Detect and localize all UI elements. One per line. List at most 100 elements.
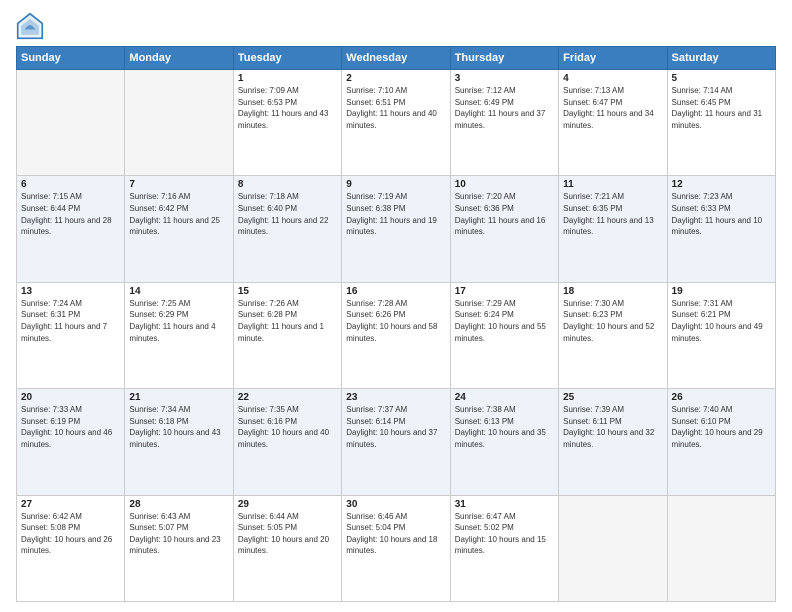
day-info: Sunrise: 7:28 AM Sunset: 6:26 PM Dayligh… bbox=[346, 298, 445, 344]
calendar-cell bbox=[559, 495, 667, 601]
day-info: Sunrise: 7:31 AM Sunset: 6:21 PM Dayligh… bbox=[672, 298, 771, 344]
day-number: 20 bbox=[21, 392, 120, 403]
day-info: Sunrise: 6:43 AM Sunset: 5:07 PM Dayligh… bbox=[129, 511, 228, 557]
calendar-cell: 23Sunrise: 7:37 AM Sunset: 6:14 PM Dayli… bbox=[342, 389, 450, 495]
day-number: 1 bbox=[238, 73, 337, 84]
day-number: 9 bbox=[346, 179, 445, 190]
calendar-cell: 28Sunrise: 6:43 AM Sunset: 5:07 PM Dayli… bbox=[125, 495, 233, 601]
calendar-cell bbox=[667, 495, 775, 601]
calendar-cell bbox=[17, 70, 125, 176]
day-number: 12 bbox=[672, 179, 771, 190]
day-number: 18 bbox=[563, 286, 662, 297]
calendar-cell: 14Sunrise: 7:25 AM Sunset: 6:29 PM Dayli… bbox=[125, 282, 233, 388]
day-info: Sunrise: 7:26 AM Sunset: 6:28 PM Dayligh… bbox=[238, 298, 337, 344]
day-number: 19 bbox=[672, 286, 771, 297]
calendar-cell: 30Sunrise: 6:46 AM Sunset: 5:04 PM Dayli… bbox=[342, 495, 450, 601]
day-info: Sunrise: 7:18 AM Sunset: 6:40 PM Dayligh… bbox=[238, 191, 337, 237]
day-number: 15 bbox=[238, 286, 337, 297]
day-number: 10 bbox=[455, 179, 554, 190]
day-number: 5 bbox=[672, 73, 771, 84]
day-info: Sunrise: 6:46 AM Sunset: 5:04 PM Dayligh… bbox=[346, 511, 445, 557]
day-info: Sunrise: 7:16 AM Sunset: 6:42 PM Dayligh… bbox=[129, 191, 228, 237]
calendar-cell bbox=[125, 70, 233, 176]
calendar-cell: 8Sunrise: 7:18 AM Sunset: 6:40 PM Daylig… bbox=[233, 176, 341, 282]
weekday-header-sunday: Sunday bbox=[17, 47, 125, 70]
day-info: Sunrise: 6:42 AM Sunset: 5:08 PM Dayligh… bbox=[21, 511, 120, 557]
day-number: 8 bbox=[238, 179, 337, 190]
day-number: 27 bbox=[21, 499, 120, 510]
calendar-cell: 1Sunrise: 7:09 AM Sunset: 6:53 PM Daylig… bbox=[233, 70, 341, 176]
calendar-cell: 5Sunrise: 7:14 AM Sunset: 6:45 PM Daylig… bbox=[667, 70, 775, 176]
calendar-cell: 25Sunrise: 7:39 AM Sunset: 6:11 PM Dayli… bbox=[559, 389, 667, 495]
day-info: Sunrise: 7:37 AM Sunset: 6:14 PM Dayligh… bbox=[346, 404, 445, 450]
week-row-5: 27Sunrise: 6:42 AM Sunset: 5:08 PM Dayli… bbox=[17, 495, 776, 601]
calendar-cell: 9Sunrise: 7:19 AM Sunset: 6:38 PM Daylig… bbox=[342, 176, 450, 282]
calendar-cell: 10Sunrise: 7:20 AM Sunset: 6:36 PM Dayli… bbox=[450, 176, 558, 282]
day-info: Sunrise: 7:35 AM Sunset: 6:16 PM Dayligh… bbox=[238, 404, 337, 450]
calendar-cell: 31Sunrise: 6:47 AM Sunset: 5:02 PM Dayli… bbox=[450, 495, 558, 601]
calendar-cell: 29Sunrise: 6:44 AM Sunset: 5:05 PM Dayli… bbox=[233, 495, 341, 601]
calendar-cell: 24Sunrise: 7:38 AM Sunset: 6:13 PM Dayli… bbox=[450, 389, 558, 495]
week-row-1: 1Sunrise: 7:09 AM Sunset: 6:53 PM Daylig… bbox=[17, 70, 776, 176]
day-info: Sunrise: 6:44 AM Sunset: 5:05 PM Dayligh… bbox=[238, 511, 337, 557]
weekday-header-monday: Monday bbox=[125, 47, 233, 70]
day-number: 25 bbox=[563, 392, 662, 403]
day-number: 7 bbox=[129, 179, 228, 190]
day-info: Sunrise: 7:12 AM Sunset: 6:49 PM Dayligh… bbox=[455, 85, 554, 131]
calendar-cell: 18Sunrise: 7:30 AM Sunset: 6:23 PM Dayli… bbox=[559, 282, 667, 388]
day-info: Sunrise: 7:33 AM Sunset: 6:19 PM Dayligh… bbox=[21, 404, 120, 450]
day-number: 14 bbox=[129, 286, 228, 297]
weekday-header-tuesday: Tuesday bbox=[233, 47, 341, 70]
calendar-cell: 6Sunrise: 7:15 AM Sunset: 6:44 PM Daylig… bbox=[17, 176, 125, 282]
calendar-cell: 19Sunrise: 7:31 AM Sunset: 6:21 PM Dayli… bbox=[667, 282, 775, 388]
calendar-cell: 7Sunrise: 7:16 AM Sunset: 6:42 PM Daylig… bbox=[125, 176, 233, 282]
day-info: Sunrise: 7:25 AM Sunset: 6:29 PM Dayligh… bbox=[129, 298, 228, 344]
header bbox=[16, 12, 776, 40]
day-number: 31 bbox=[455, 499, 554, 510]
day-number: 13 bbox=[21, 286, 120, 297]
calendar-cell: 15Sunrise: 7:26 AM Sunset: 6:28 PM Dayli… bbox=[233, 282, 341, 388]
calendar-cell: 11Sunrise: 7:21 AM Sunset: 6:35 PM Dayli… bbox=[559, 176, 667, 282]
calendar-cell: 3Sunrise: 7:12 AM Sunset: 6:49 PM Daylig… bbox=[450, 70, 558, 176]
calendar-cell: 21Sunrise: 7:34 AM Sunset: 6:18 PM Dayli… bbox=[125, 389, 233, 495]
calendar-cell: 20Sunrise: 7:33 AM Sunset: 6:19 PM Dayli… bbox=[17, 389, 125, 495]
day-info: Sunrise: 7:39 AM Sunset: 6:11 PM Dayligh… bbox=[563, 404, 662, 450]
day-info: Sunrise: 7:15 AM Sunset: 6:44 PM Dayligh… bbox=[21, 191, 120, 237]
day-info: Sunrise: 7:40 AM Sunset: 6:10 PM Dayligh… bbox=[672, 404, 771, 450]
day-info: Sunrise: 7:34 AM Sunset: 6:18 PM Dayligh… bbox=[129, 404, 228, 450]
day-number: 29 bbox=[238, 499, 337, 510]
day-number: 30 bbox=[346, 499, 445, 510]
day-number: 28 bbox=[129, 499, 228, 510]
day-number: 17 bbox=[455, 286, 554, 297]
day-info: Sunrise: 7:23 AM Sunset: 6:33 PM Dayligh… bbox=[672, 191, 771, 237]
day-info: Sunrise: 7:10 AM Sunset: 6:51 PM Dayligh… bbox=[346, 85, 445, 131]
day-number: 6 bbox=[21, 179, 120, 190]
calendar-cell: 13Sunrise: 7:24 AM Sunset: 6:31 PM Dayli… bbox=[17, 282, 125, 388]
day-info: Sunrise: 7:24 AM Sunset: 6:31 PM Dayligh… bbox=[21, 298, 120, 344]
day-number: 24 bbox=[455, 392, 554, 403]
day-info: Sunrise: 7:19 AM Sunset: 6:38 PM Dayligh… bbox=[346, 191, 445, 237]
calendar-cell: 26Sunrise: 7:40 AM Sunset: 6:10 PM Dayli… bbox=[667, 389, 775, 495]
weekday-header-friday: Friday bbox=[559, 47, 667, 70]
logo-icon bbox=[16, 12, 44, 40]
day-info: Sunrise: 7:30 AM Sunset: 6:23 PM Dayligh… bbox=[563, 298, 662, 344]
logo bbox=[16, 12, 46, 40]
calendar-cell: 4Sunrise: 7:13 AM Sunset: 6:47 PM Daylig… bbox=[559, 70, 667, 176]
weekday-header-saturday: Saturday bbox=[667, 47, 775, 70]
day-number: 22 bbox=[238, 392, 337, 403]
day-info: Sunrise: 7:38 AM Sunset: 6:13 PM Dayligh… bbox=[455, 404, 554, 450]
day-number: 4 bbox=[563, 73, 662, 84]
day-number: 11 bbox=[563, 179, 662, 190]
calendar-cell: 17Sunrise: 7:29 AM Sunset: 6:24 PM Dayli… bbox=[450, 282, 558, 388]
day-info: Sunrise: 6:47 AM Sunset: 5:02 PM Dayligh… bbox=[455, 511, 554, 557]
day-info: Sunrise: 7:29 AM Sunset: 6:24 PM Dayligh… bbox=[455, 298, 554, 344]
week-row-3: 13Sunrise: 7:24 AM Sunset: 6:31 PM Dayli… bbox=[17, 282, 776, 388]
weekday-header-row: SundayMondayTuesdayWednesdayThursdayFrid… bbox=[17, 47, 776, 70]
day-info: Sunrise: 7:14 AM Sunset: 6:45 PM Dayligh… bbox=[672, 85, 771, 131]
weekday-header-wednesday: Wednesday bbox=[342, 47, 450, 70]
calendar-cell: 12Sunrise: 7:23 AM Sunset: 6:33 PM Dayli… bbox=[667, 176, 775, 282]
calendar-cell: 2Sunrise: 7:10 AM Sunset: 6:51 PM Daylig… bbox=[342, 70, 450, 176]
day-info: Sunrise: 7:09 AM Sunset: 6:53 PM Dayligh… bbox=[238, 85, 337, 131]
calendar-table: SundayMondayTuesdayWednesdayThursdayFrid… bbox=[16, 46, 776, 602]
day-number: 23 bbox=[346, 392, 445, 403]
